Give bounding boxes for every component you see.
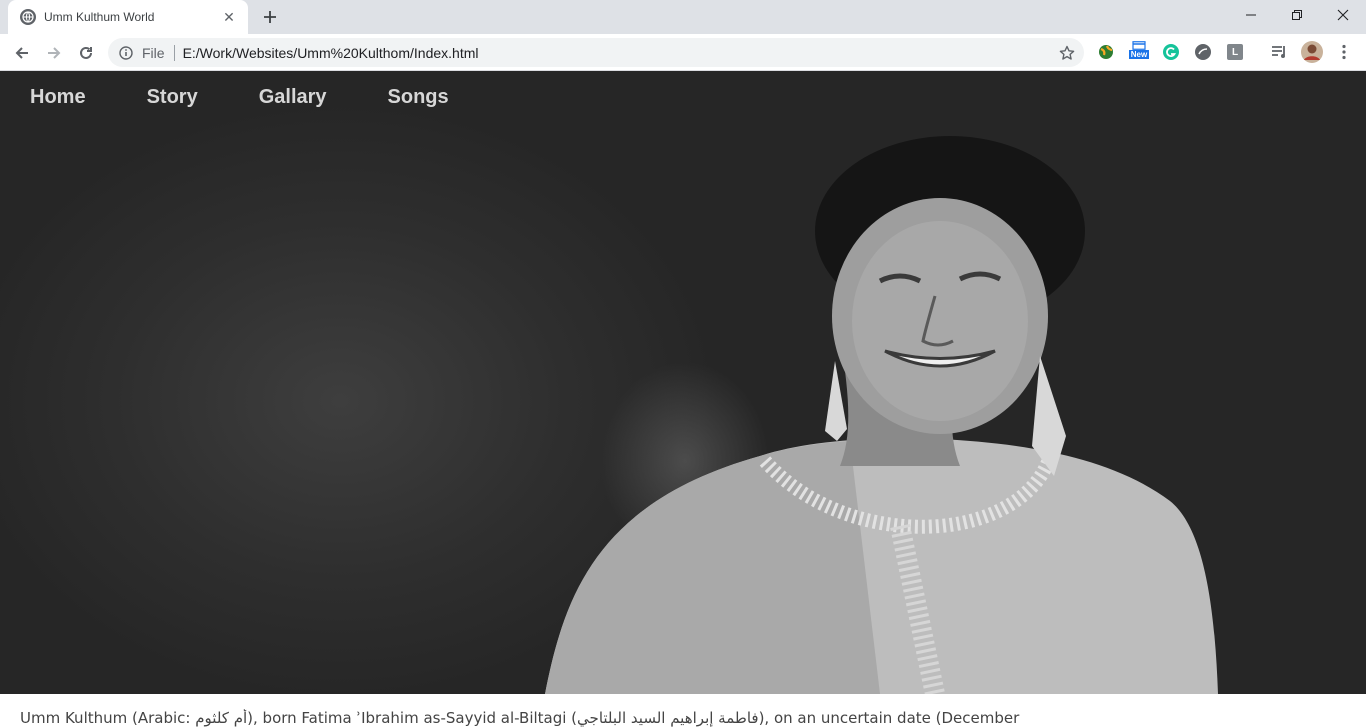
restore-icon [1292, 10, 1302, 20]
url-scheme-label: File [142, 44, 165, 61]
extension-globe-icon[interactable] [1097, 43, 1115, 61]
arrow-left-icon [15, 47, 28, 59]
nav-gallary-link[interactable]: Gallary [259, 86, 327, 109]
restore-button[interactable] [1274, 0, 1320, 30]
close-window-button[interactable] [1320, 0, 1366, 30]
nav-home-link[interactable]: Home [30, 86, 86, 109]
arrow-right-icon [48, 47, 61, 59]
close-icon [1337, 9, 1349, 21]
page-viewport: Home Story Gallary Songs Umm Kulthum (Ar… [0, 71, 1366, 728]
omnibox-divider [173, 44, 175, 61]
forward-button[interactable] [40, 39, 68, 67]
minimize-icon [1246, 14, 1256, 16]
new-tab-button[interactable] [258, 5, 282, 29]
url-text[interactable]: E:/Work/Websites/Umm%20Kulthom/Index.htm… [183, 45, 479, 61]
new-badge: New [1128, 50, 1150, 59]
hero-portrait-image [545, 136, 1218, 694]
minimize-button[interactable] [1228, 0, 1274, 30]
extension-new-icon[interactable]: New [1127, 41, 1151, 59]
avatar[interactable] [1300, 40, 1324, 64]
dark-circle-extension-icon[interactable] [1194, 43, 1212, 61]
reload-button[interactable] [72, 39, 100, 67]
back-button[interactable] [8, 39, 36, 67]
globe-icon [20, 9, 36, 25]
intro-paragraph: Umm Kulthum (Arabic: أم كلثوم), born Fat… [20, 709, 1020, 727]
letter-extension-label: L [1231, 46, 1239, 58]
browser-tab[interactable]: Umm Kulthum World ✕ [8, 0, 248, 34]
main-nav: Home Story Gallary Songs [30, 86, 510, 109]
address-bar[interactable]: File E:/Work/Websites/Umm%20Kulthom/Inde… [108, 38, 1084, 67]
letter-extension-icon[interactable]: L [1226, 43, 1244, 61]
tab-strip: Umm Kulthum World ✕ [0, 0, 1366, 34]
plus-icon [264, 11, 276, 23]
reload-icon [80, 46, 92, 59]
browser-toolbar: File E:/Work/Websites/Umm%20Kulthom/Inde… [0, 34, 1366, 71]
nav-story-link[interactable]: Story [147, 86, 198, 109]
more-menu-icon[interactable] [1335, 43, 1353, 61]
media-queue-icon[interactable] [1270, 43, 1288, 61]
grammarly-icon[interactable] [1162, 43, 1180, 61]
info-icon[interactable] [118, 45, 134, 61]
hero-banner: Home Story Gallary Songs [0, 71, 1366, 694]
tab-close-icon[interactable]: ✕ [220, 8, 238, 26]
bookmark-star-icon[interactable] [1058, 44, 1076, 62]
nav-songs-link[interactable]: Songs [388, 86, 449, 109]
tab-title: Umm Kulthum World [44, 10, 155, 24]
window-controls [1228, 0, 1366, 30]
